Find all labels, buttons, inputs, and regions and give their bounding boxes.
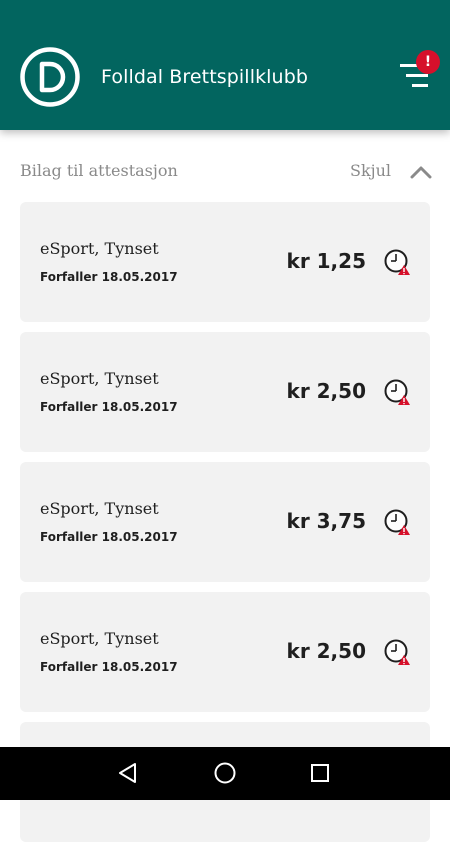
overdue-clock-icon [384,508,412,536]
overdue-clock-icon [384,378,412,406]
voucher-card[interactable]: eSport, Tynset Forfaller 18.05.2017 kr 2… [20,592,430,712]
section-header: Bilag til attestasjon Skjul [20,158,432,186]
app-bar: Folldal Brettspillklubb ! [0,0,450,130]
voucher-amount: kr 2,50 [286,639,366,663]
voucher-due-date: Forfaller 18.05.2017 [40,530,178,544]
collapse-toggle-label: Skjul [350,161,392,180]
voucher-amount: kr 1,25 [286,249,366,273]
voucher-due-date: Forfaller 18.05.2017 [40,660,178,674]
overdue-clock-icon [384,638,412,666]
voucher-name: eSport, Tynset [40,369,159,388]
app-title: Folldal Brettspillklubb [101,66,309,88]
voucher-name: eSport, Tynset [40,629,159,648]
overdue-clock-icon [384,248,412,276]
home-icon[interactable] [210,758,240,788]
club-logo-icon[interactable] [19,46,81,108]
voucher-amount: kr 2,50 [286,379,366,403]
recents-icon[interactable] [305,758,335,788]
voucher-card[interactable]: eSport, Tynset Forfaller 18.05.2017 kr 1… [20,202,430,322]
chevron-up-icon [410,164,432,179]
voucher-name: eSport, Tynset [40,239,159,258]
section-title: Bilag til attestasjon [20,161,178,180]
voucher-name: eSport, Tynset [40,499,159,518]
voucher-card[interactable]: eSport, Tynset Forfaller 18.05.2017 kr 2… [20,332,430,452]
voucher-card[interactable]: eSport, Tynset Forfaller 18.05.2017 kr 3… [20,462,430,582]
collapse-toggle[interactable]: Skjul [336,158,432,186]
voucher-due-date: Forfaller 18.05.2017 [40,270,178,284]
system-nav-bar [0,747,450,800]
voucher-due-date: Forfaller 18.05.2017 [40,400,178,414]
voucher-amount: kr 3,75 [286,509,366,533]
menu-button[interactable]: ! [392,48,442,98]
notification-badge: ! [416,50,440,74]
back-icon[interactable] [113,758,143,788]
